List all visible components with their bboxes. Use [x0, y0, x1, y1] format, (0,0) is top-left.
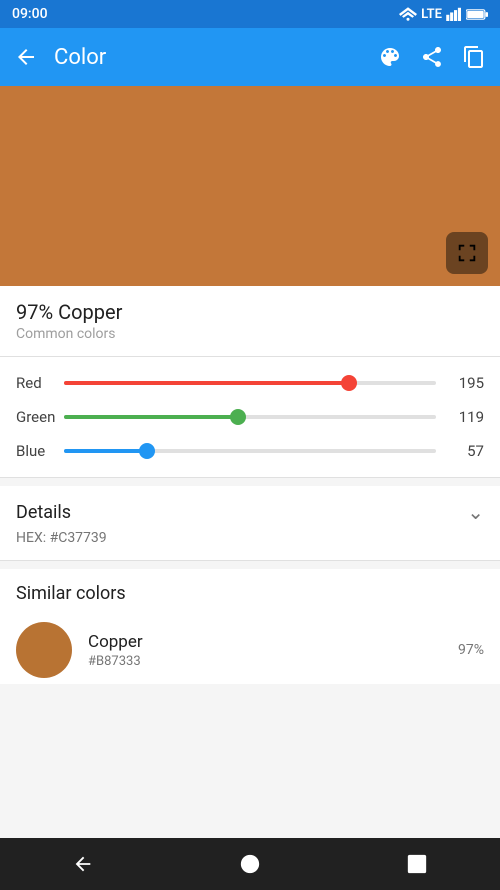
color-similarity: 97%	[458, 642, 484, 658]
red-slider[interactable]	[64, 373, 436, 393]
details-header[interactable]: Details ⌄	[16, 500, 484, 524]
status-icons: LTE	[399, 7, 488, 22]
copy-button[interactable]	[462, 45, 486, 69]
green-track	[64, 415, 436, 419]
status-time: 09:00	[12, 6, 48, 22]
app-bar-title: Color	[54, 45, 106, 70]
share-button[interactable]	[420, 45, 444, 69]
blue-fill	[64, 449, 147, 453]
green-thumb	[230, 409, 246, 425]
divider-3	[0, 560, 500, 561]
expand-button[interactable]	[446, 232, 488, 274]
list-item[interactable]: Copper #B87333 97%	[16, 616, 484, 684]
green-label: Green	[16, 408, 64, 426]
red-value: 195	[448, 374, 484, 392]
app-bar-left: Color	[14, 45, 106, 70]
chevron-down-icon: ⌄	[467, 500, 484, 524]
color-item-info: Copper #B87333	[88, 632, 442, 669]
similar-colors-section: Similar colors Copper #B87333 97%	[0, 569, 500, 684]
green-slider-row: Green 119	[16, 407, 484, 427]
signal-icon	[446, 7, 462, 21]
red-thumb	[341, 375, 357, 391]
red-label: Red	[16, 374, 64, 392]
blue-label: Blue	[16, 442, 64, 460]
green-slider[interactable]	[64, 407, 436, 427]
red-slider-row: Red 195	[16, 373, 484, 393]
status-bar: 09:00 LTE	[0, 0, 500, 28]
green-value: 119	[448, 408, 484, 426]
blue-slider-row: Blue 57	[16, 441, 484, 461]
green-fill	[64, 415, 238, 419]
sliders-section: Red 195 Green 119 Blue 57	[0, 357, 500, 477]
blue-thumb	[139, 443, 155, 459]
hex-value: HEX: #C37739	[16, 530, 484, 546]
blue-value: 57	[448, 442, 484, 460]
color-preview	[0, 86, 500, 286]
color-item-name: Copper	[88, 632, 442, 652]
color-name-section: 97% Copper Common colors	[0, 286, 500, 356]
lte-label: LTE	[421, 7, 442, 22]
palette-button[interactable]	[378, 45, 402, 69]
divider-2	[0, 477, 500, 478]
back-button[interactable]	[14, 45, 38, 69]
color-circle	[16, 622, 72, 678]
nav-home-button[interactable]	[219, 845, 281, 883]
blue-slider[interactable]	[64, 441, 436, 461]
battery-icon	[466, 8, 488, 21]
details-section: Details ⌄ HEX: #C37739	[0, 486, 500, 560]
nav-back-button[interactable]	[52, 845, 114, 883]
app-bar-actions	[378, 45, 486, 69]
bottom-nav	[0, 838, 500, 890]
app-bar: Color	[0, 28, 500, 86]
nav-recent-button[interactable]	[386, 845, 448, 883]
red-fill	[64, 381, 349, 385]
similar-colors-title: Similar colors	[16, 583, 484, 604]
wifi-icon	[399, 7, 417, 21]
common-colors-label: Common colors	[16, 324, 484, 352]
blue-track	[64, 449, 436, 453]
color-name: 97% Copper	[16, 300, 484, 324]
details-title: Details	[16, 502, 71, 523]
red-track	[64, 381, 436, 385]
color-item-hex: #B87333	[88, 654, 442, 669]
